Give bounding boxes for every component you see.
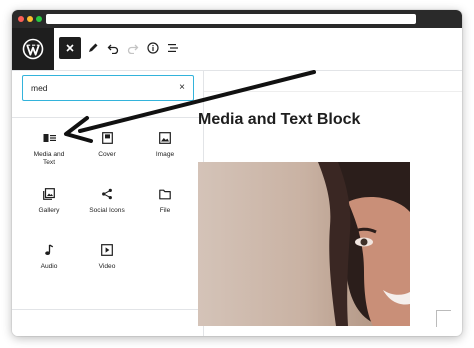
close-window-dot[interactable] [18,16,24,22]
wordpress-logo-button[interactable] [12,28,54,70]
block-heading[interactable]: Media and Text Block [198,111,360,129]
block-inserter-panel: med × Media and Text Cover Image Gallery… [12,71,204,336]
block-search-input[interactable]: med × [22,75,194,101]
maximize-window-dot[interactable] [36,16,42,22]
media-text-icon [43,134,56,142]
block-label: Cover [98,151,116,158]
panel-divider [12,117,203,118]
tools-button[interactable] [82,37,104,59]
block-results-grid: Media and Text Cover Image Gallery Socia… [12,131,211,301]
block-label: Video [98,263,116,270]
search-input-value[interactable]: med [31,83,48,93]
undo-button[interactable] [102,37,124,59]
redo-icon [127,44,139,54]
block-label: File [159,207,171,214]
content-divider [204,91,462,92]
block-file[interactable]: File [136,187,194,243]
wordpress-logo-icon [22,38,44,60]
block-label: Image [155,151,175,158]
music-note-icon [45,244,54,255]
block-label: Gallery [38,207,60,214]
browser-titlebar [12,10,462,28]
panel-divider [12,309,203,310]
block-image[interactable]: Image [136,131,194,187]
info-icon [147,42,159,54]
block-cover[interactable]: Cover [78,131,136,187]
block-label: Audio [40,263,58,270]
woman-portrait-image [198,162,410,326]
pencil-icon [89,43,98,52]
list-view-icon [168,44,178,52]
block-media-and-text[interactable]: Media and Text [20,131,78,187]
minimize-window-dot[interactable] [27,16,33,22]
close-inserter-button[interactable] [59,37,81,59]
cover-icon [101,132,113,144]
block-social-icons[interactable]: Social Icons [78,187,136,243]
folder-icon [159,189,171,199]
redo-button[interactable] [122,37,144,59]
gallery-icon [43,188,55,200]
media-image[interactable] [198,162,410,326]
editor-toolbar [12,28,462,71]
clear-search-icon[interactable]: × [179,83,185,93]
list-view-button[interactable] [162,37,184,59]
address-bar[interactable] [46,14,416,24]
block-label: Social Icons [89,207,125,214]
share-icon [102,188,112,200]
image-icon [159,132,171,144]
details-button[interactable] [142,37,164,59]
close-icon [66,44,74,52]
undo-icon [107,44,119,54]
block-label: Media and Text [33,151,65,166]
block-video[interactable]: Video [78,243,136,299]
content-edge-marker [436,310,451,327]
video-icon [101,244,113,256]
block-gallery[interactable]: Gallery [20,187,78,243]
block-audio[interactable]: Audio [20,243,78,299]
